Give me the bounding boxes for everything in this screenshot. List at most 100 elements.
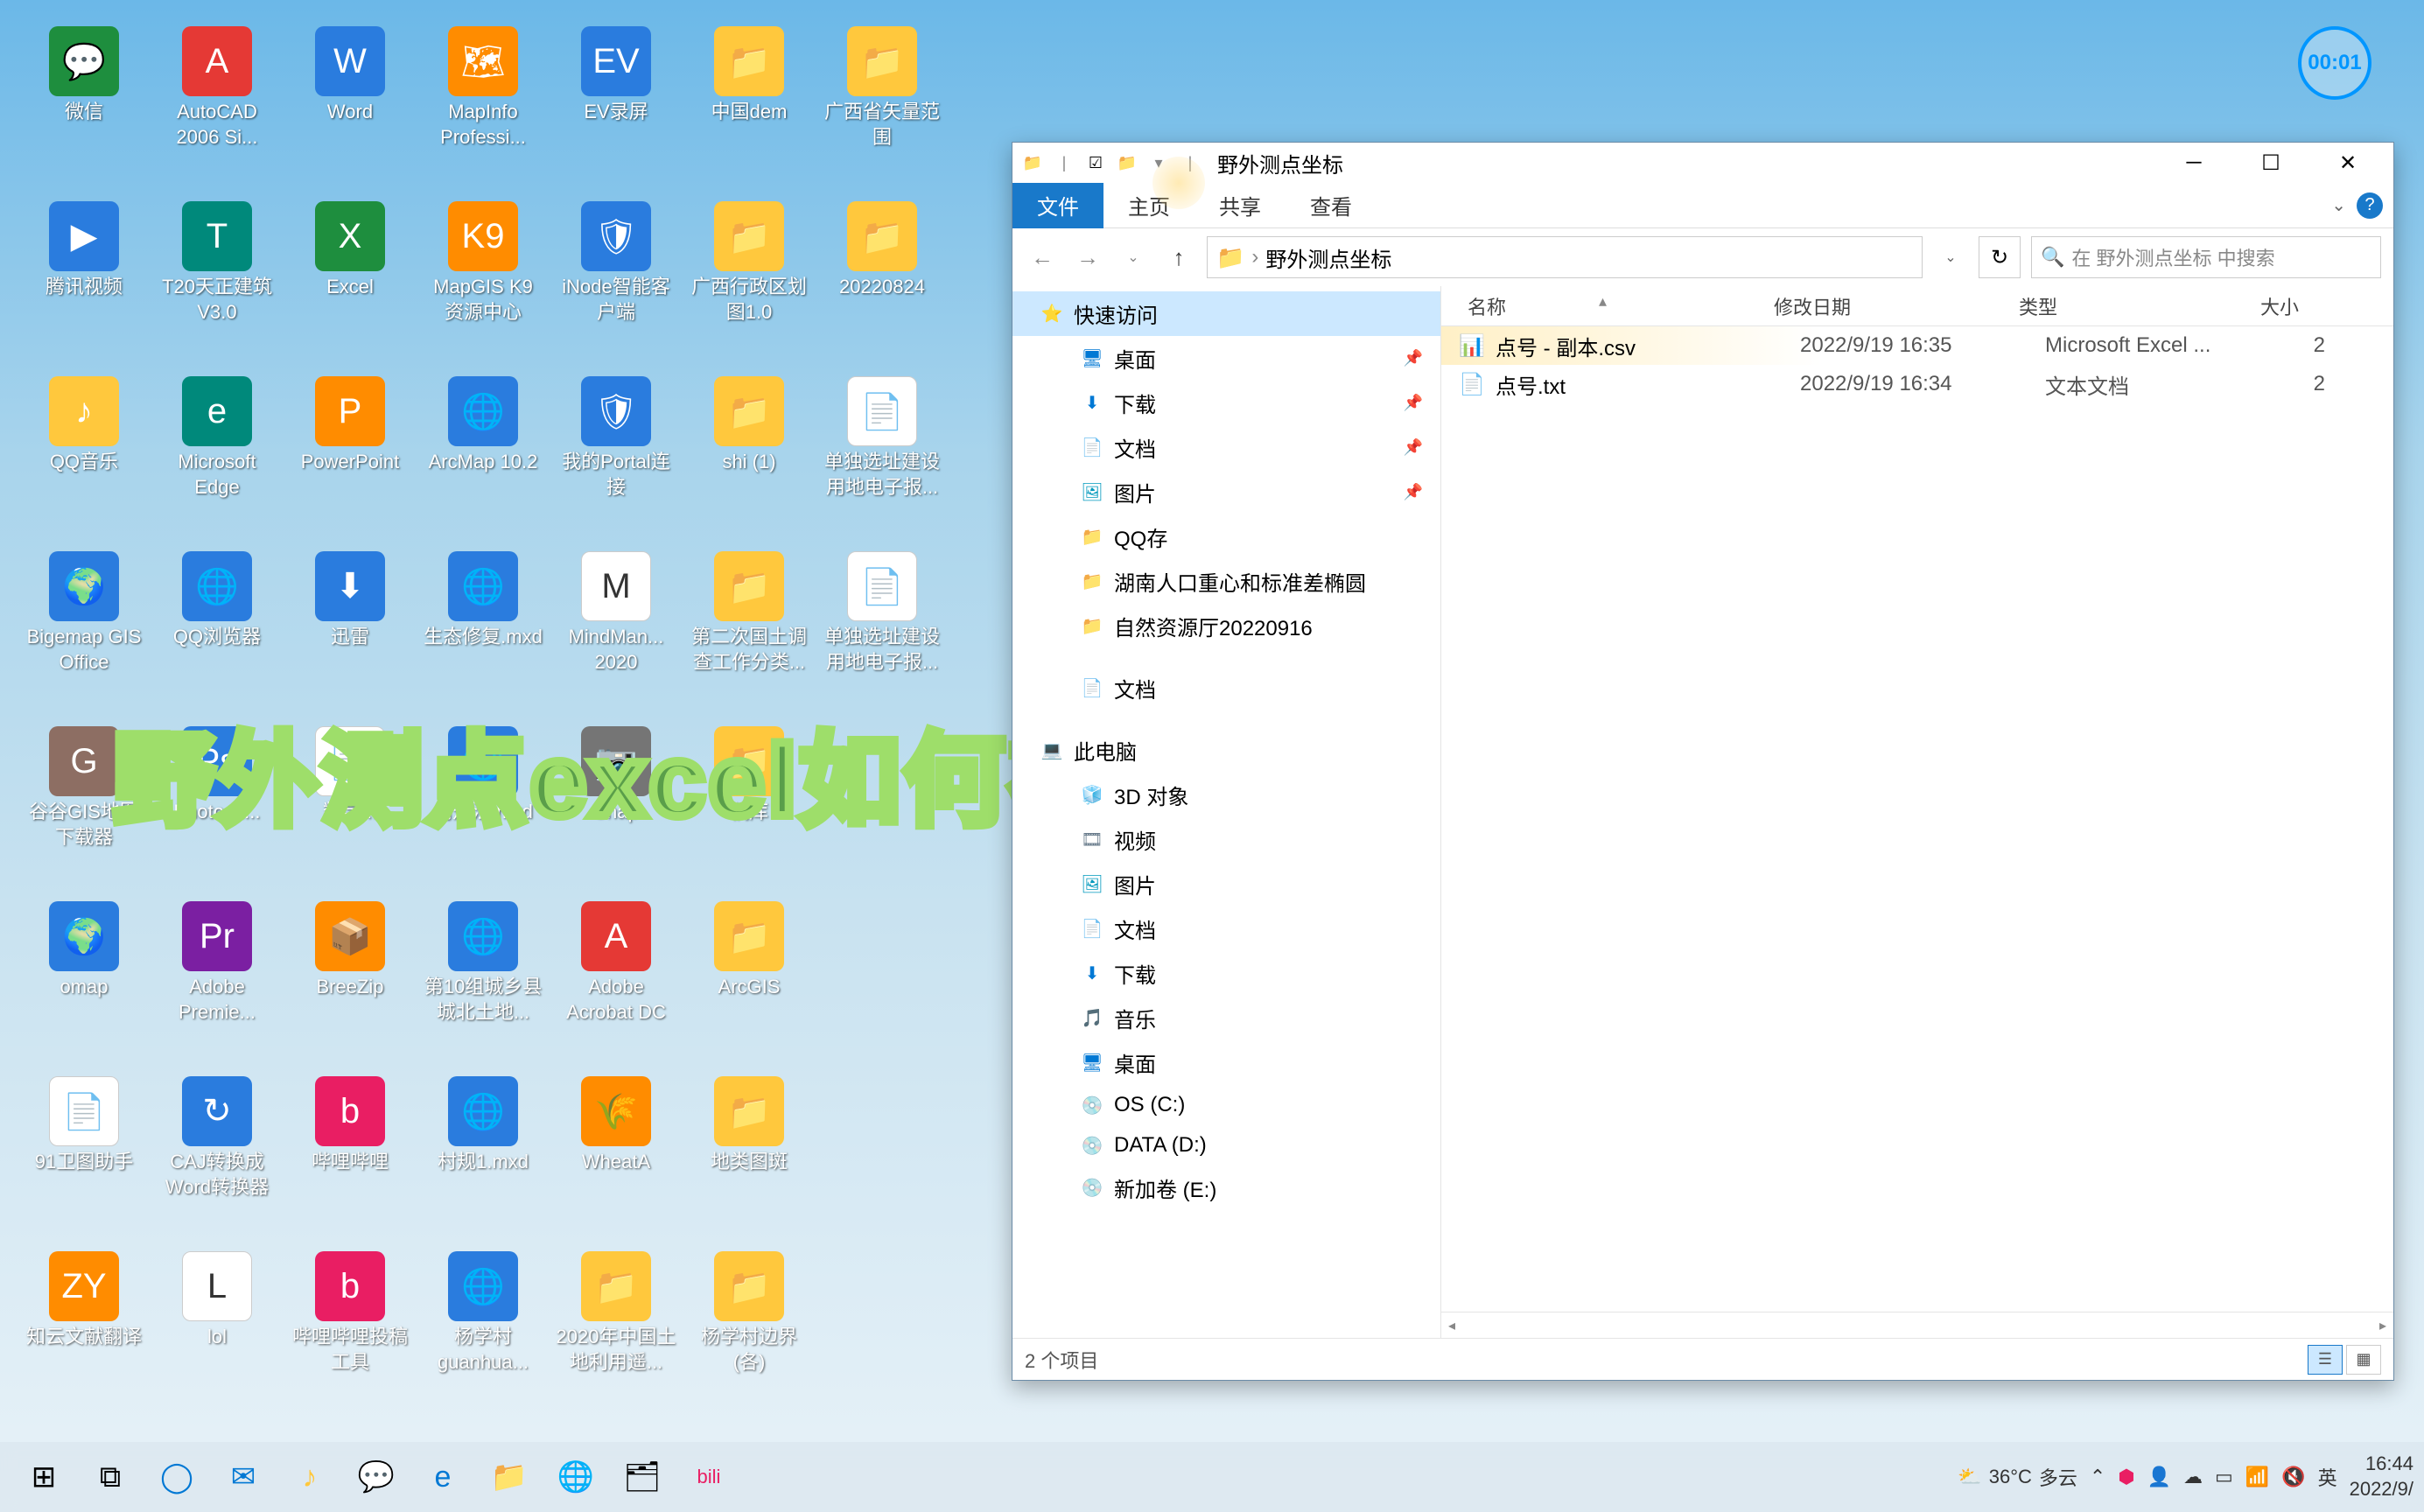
recent-dropdown[interactable]: ⌄ bbox=[1116, 240, 1151, 275]
desktop-icon[interactable]: e Microsoft Edge bbox=[151, 368, 284, 542]
desktop-icon[interactable]: T T20天正建筑V3.0 bbox=[151, 192, 284, 368]
desktop-icon[interactable]: 🌾 WheatA bbox=[550, 1068, 683, 1242]
tray-wifi-icon[interactable]: 📶 bbox=[2245, 1466, 2269, 1488]
desktop-icon[interactable]: 🗺 MapInfo Professi... bbox=[417, 18, 550, 192]
tree-item[interactable]: ⬇ 下载 📌 bbox=[1012, 381, 1440, 425]
mail-icon[interactable]: ✉ bbox=[210, 1451, 277, 1503]
address-dropdown[interactable]: ⌄ bbox=[1933, 240, 1968, 275]
desktop-icon[interactable]: 📁 杨学村边界(各) bbox=[683, 1242, 816, 1418]
desktop-icon[interactable]: 🌐 生态修复.mxd bbox=[417, 542, 550, 718]
desktop-icon[interactable]: A Adobe Acrobat DC bbox=[550, 892, 683, 1068]
wechat-icon[interactable]: 💬 bbox=[343, 1451, 410, 1503]
desktop-icon[interactable]: 🌐 QQ浏览器 bbox=[151, 542, 284, 718]
tree-item[interactable]: 🖥 桌面 📌 bbox=[1012, 336, 1440, 381]
file-row[interactable]: 📄 点号.txt 2022/9/19 16:34 文本文档 2 bbox=[1441, 365, 2393, 403]
help-icon[interactable]: ? bbox=[2357, 192, 2383, 219]
refresh-button[interactable]: ↻ bbox=[1979, 236, 2021, 278]
clock[interactable]: 16:44 2022/9/ bbox=[2350, 1452, 2413, 1502]
desktop-icon[interactable]: 📄 单独选址建设用地电子报... bbox=[816, 542, 949, 718]
desktop-icon[interactable]: ↻ CAJ转换成Word转换器 bbox=[151, 1068, 284, 1242]
tree-item[interactable]: ⬇ 下载 bbox=[1012, 951, 1440, 996]
cortana-icon[interactable]: ◯ bbox=[144, 1451, 210, 1503]
breadcrumb-item[interactable]: 野外测点坐标 bbox=[1265, 242, 1391, 273]
tree-item[interactable]: 🖼 图片 📌 bbox=[1012, 470, 1440, 514]
desktop-icon[interactable]: 📁 广西行政区划图1.0 bbox=[683, 192, 816, 368]
desktop-icon[interactable]: K9 MapGIS K9 资源中心 bbox=[417, 192, 550, 368]
desktop-icon[interactable]: 🌍 omap bbox=[18, 892, 151, 1068]
close-button[interactable]: ✕ bbox=[2309, 143, 2386, 183]
desktop-icon[interactable]: b 哔哩哔哩 bbox=[284, 1068, 417, 1242]
tree-item[interactable]: 📄 文档 bbox=[1012, 666, 1440, 710]
tree-item[interactable]: 🖥 桌面 bbox=[1012, 1040, 1440, 1085]
desktop-icon[interactable]: 🌐 第10组城乡县城北土地... bbox=[417, 892, 550, 1068]
bilibili-icon[interactable]: bili bbox=[676, 1451, 742, 1503]
tray-cloud-icon[interactable]: ☁ bbox=[2183, 1466, 2203, 1488]
desktop-icon[interactable]: 📄 单独选址建设用地电子报... bbox=[816, 368, 949, 542]
tree-item[interactable]: 🎞 视频 bbox=[1012, 817, 1440, 862]
tray-volume-icon[interactable]: 🔇 bbox=[2281, 1466, 2305, 1488]
tray-expand-icon[interactable]: ⌃ bbox=[2090, 1466, 2105, 1488]
tree-item[interactable]: 🖼 图片 bbox=[1012, 862, 1440, 906]
tree-item[interactable]: 📁 自然资源厅20220916 bbox=[1012, 604, 1440, 648]
desktop-icon[interactable]: W Word bbox=[284, 18, 417, 192]
file-explorer-icon[interactable]: 📁 bbox=[476, 1451, 543, 1503]
tree-item[interactable]: ⭐ 快速访问 bbox=[1012, 291, 1440, 336]
desktop-icon[interactable]: Pr Adobe Premie... bbox=[151, 892, 284, 1068]
tree-item[interactable]: 💿 新加卷 (E:) bbox=[1012, 1166, 1440, 1210]
column-type[interactable]: 类型 bbox=[2019, 292, 2229, 320]
tray-user-icon[interactable]: 👤 bbox=[2147, 1466, 2171, 1488]
column-date[interactable]: 修改日期 bbox=[1774, 292, 2019, 320]
desktop-icon[interactable]: 📁 地类图斑 bbox=[683, 1068, 816, 1242]
hscroll-right[interactable]: ▸ bbox=[2372, 1317, 2393, 1334]
edge-icon[interactable]: e bbox=[410, 1451, 476, 1503]
desktop-icon[interactable]: 📁 广西省矢量范围 bbox=[816, 18, 949, 192]
hscroll-left[interactable]: ◂ bbox=[1441, 1317, 1462, 1334]
qat-checkbox[interactable]: ☑ bbox=[1082, 150, 1109, 176]
tab-share[interactable]: 共享 bbox=[1194, 183, 1286, 228]
desktop-icon[interactable]: 🌍 Bigemap GIS Office bbox=[18, 542, 151, 718]
tree-item[interactable]: 💿 DATA (D:) bbox=[1012, 1125, 1440, 1166]
tray-battery-icon[interactable]: ▭ bbox=[2215, 1466, 2233, 1488]
desktop-icon[interactable]: P PowerPoint bbox=[284, 368, 417, 542]
weather-widget[interactable]: ⛅ 36°C 多云 bbox=[1958, 1463, 2077, 1491]
desktop-icon[interactable]: 💬 微信 bbox=[18, 18, 151, 192]
desktop-icon[interactable]: 📁 第二次国土调查工作分类... bbox=[683, 542, 816, 718]
desktop-icon[interactable]: b 哔哩哔哩投稿工具 bbox=[284, 1242, 417, 1418]
desktop-icon[interactable]: 🌐 杨学村guanhua... bbox=[417, 1242, 550, 1418]
minimize-button[interactable]: ─ bbox=[2155, 143, 2232, 183]
tab-file[interactable]: 文件 bbox=[1012, 183, 1103, 228]
column-size[interactable]: 大小 bbox=[2229, 292, 2316, 320]
file-row[interactable]: 📊 点号 - 副本.csv 2022/9/19 16:35 Microsoft … bbox=[1441, 326, 2393, 365]
desktop-icon[interactable]: ZY 知云文献翻译 bbox=[18, 1242, 151, 1418]
tab-home[interactable]: 主页 bbox=[1103, 183, 1194, 228]
task-view-button[interactable]: ⧉ bbox=[77, 1451, 144, 1503]
music-icon[interactable]: ♪ bbox=[277, 1451, 343, 1503]
app-icon[interactable]: 🗂 bbox=[609, 1451, 676, 1503]
qat-dropdown[interactable]: ▾ bbox=[1145, 150, 1172, 176]
address-bar[interactable]: 📁 › 野外测点坐标 bbox=[1207, 236, 1923, 278]
desktop-icon[interactable]: ♪ QQ音乐 bbox=[18, 368, 151, 542]
desktop-icon[interactable]: A AutoCAD 2006 Si... bbox=[151, 18, 284, 192]
tree-item[interactable]: 💿 OS (C:) bbox=[1012, 1085, 1440, 1125]
desktop-icon[interactable]: 🌐 村规1.mxd bbox=[417, 1068, 550, 1242]
tree-item[interactable]: 🧊 3D 对象 bbox=[1012, 773, 1440, 817]
icons-view-button[interactable]: ▦ bbox=[2346, 1345, 2381, 1375]
desktop-icon[interactable]: L lol bbox=[151, 1242, 284, 1418]
desktop-icon[interactable]: EV EV录屏 bbox=[550, 18, 683, 192]
maximize-button[interactable]: ☐ bbox=[2232, 143, 2309, 183]
desktop-icon[interactable]: ⬇ 迅雷 bbox=[284, 542, 417, 718]
arcmap-icon[interactable]: 🌐 bbox=[543, 1451, 609, 1503]
search-box[interactable]: 🔍 在 野外测点坐标 中搜索 bbox=[2031, 236, 2381, 278]
desktop-icon[interactable]: M MindMan... 2020 bbox=[550, 542, 683, 718]
tray-app-icon[interactable]: ⬢ bbox=[2118, 1466, 2134, 1488]
up-button[interactable]: ↑ bbox=[1161, 240, 1196, 275]
ime-indicator[interactable]: 英 bbox=[2318, 1463, 2337, 1491]
tree-item[interactable]: 📁 QQ存 bbox=[1012, 514, 1440, 559]
desktop-icon[interactable]: 🛡 我的Portal连接 bbox=[550, 368, 683, 542]
forward-button[interactable]: → bbox=[1070, 240, 1105, 275]
desktop-icon[interactable]: 📁 ArcGIS bbox=[683, 892, 816, 1068]
tab-view[interactable]: 查看 bbox=[1286, 183, 1377, 228]
desktop-icon[interactable]: 📁 20220824 bbox=[816, 192, 949, 368]
desktop-icon[interactable]: 📁 2020年中国土地利用遥... bbox=[550, 1242, 683, 1418]
tree-item[interactable]: 🎵 音乐 bbox=[1012, 996, 1440, 1040]
